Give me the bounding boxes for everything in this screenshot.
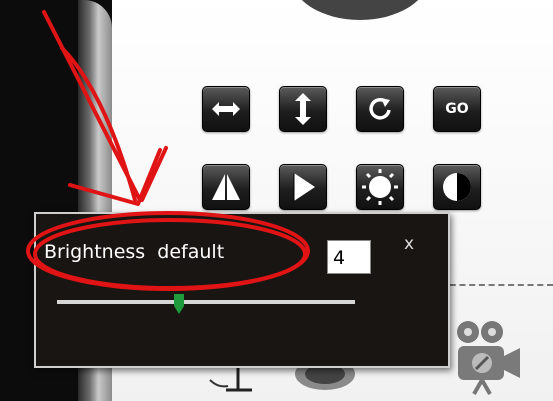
brightness-slider-track[interactable]: [57, 300, 355, 304]
half-triangle-icon: [293, 173, 315, 201]
go-button-label: GO: [445, 101, 469, 117]
flip-horizontal-button[interactable]: [202, 86, 250, 132]
brightness-slider-thumb[interactable]: [174, 294, 185, 314]
mirror-button[interactable]: [202, 164, 250, 210]
camera-icon[interactable]: [446, 316, 526, 396]
brightness-button[interactable]: [356, 164, 404, 210]
flip-right-button[interactable]: [279, 164, 327, 210]
brightness-label: Brightness default: [44, 241, 225, 263]
brightness-value-field[interactable]: 4: [327, 240, 371, 274]
flip-vertical-button[interactable]: [279, 86, 327, 132]
refresh-button[interactable]: [356, 86, 404, 132]
contrast-icon: [443, 173, 471, 201]
sun-icon: [362, 169, 398, 205]
dashed-divider: [440, 284, 553, 286]
vertical-arrows-icon: [295, 93, 311, 125]
mirror-triangle-icon: [212, 174, 240, 200]
go-button[interactable]: GO: [433, 86, 481, 132]
contrast-button[interactable]: [433, 164, 481, 210]
horizontal-arrows-icon: [212, 102, 240, 116]
close-button[interactable]: x: [404, 234, 414, 254]
brightness-popup: Brightness default 4 x: [34, 212, 450, 368]
refresh-icon: [369, 98, 391, 120]
